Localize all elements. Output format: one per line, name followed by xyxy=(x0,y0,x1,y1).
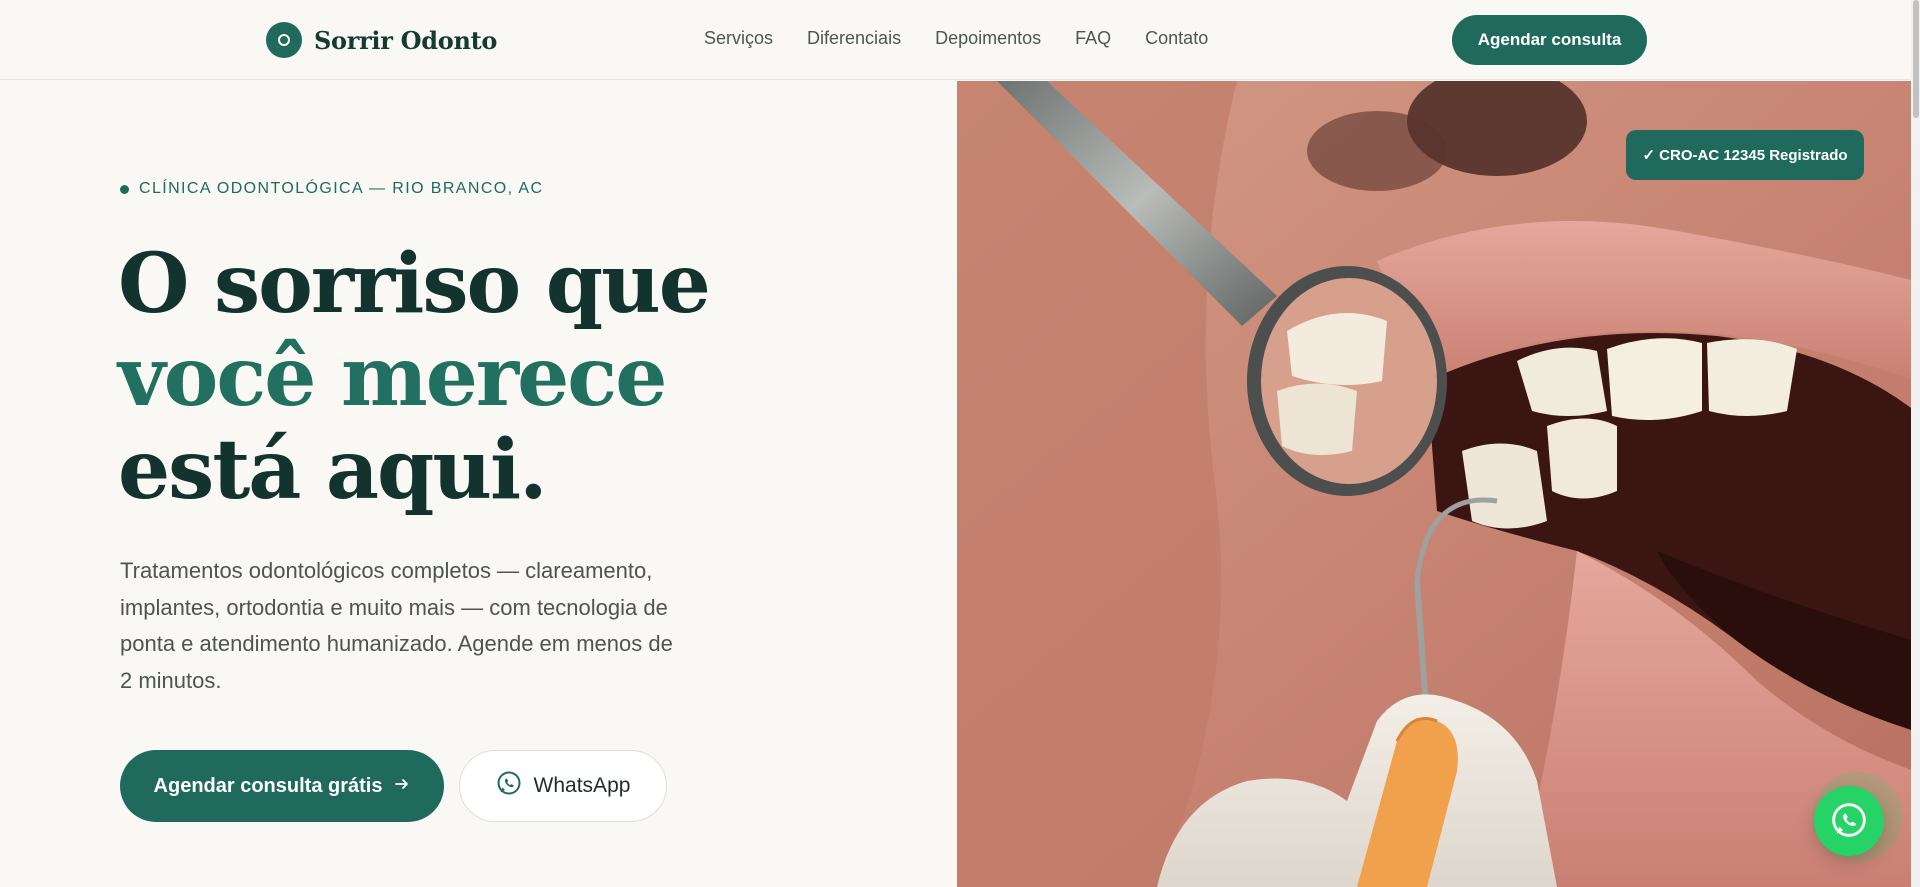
page-scrollbar[interactable] xyxy=(1911,0,1920,887)
cro-registration-badge: ✓ CRO-AC 12345 Registrado xyxy=(1626,130,1864,180)
nav-item-servicos[interactable]: Serviços xyxy=(704,28,773,49)
whatsapp-icon xyxy=(496,770,522,802)
nav-item-contato[interactable]: Contato xyxy=(1145,28,1208,49)
scrollbar-thumb[interactable] xyxy=(1913,0,1919,118)
site-header: Sorrir Odonto Serviços Diferenciais Depo… xyxy=(0,0,1920,80)
whatsapp-icon xyxy=(1830,801,1868,842)
book-free-label: Agendar consulta grátis xyxy=(153,774,383,797)
headline-line-1: O sorriso que xyxy=(118,236,711,332)
hero-eyebrow: CLÍNICA ODONTOLÓGICA — RIO BRANCO, AC xyxy=(120,180,543,198)
nav-item-depoimentos[interactable]: Depoimentos xyxy=(935,28,1041,49)
brand-name: Sorrir Odonto xyxy=(314,25,498,55)
main-nav: Serviços Diferenciais Depoimentos FAQ Co… xyxy=(704,28,1208,49)
hero-headline: O sorriso que você merece está aqui. xyxy=(118,236,711,518)
tooth-logo-icon xyxy=(266,22,302,58)
hero-dental-photo xyxy=(957,81,1915,887)
eyebrow-text: CLÍNICA ODONTOLÓGICA — RIO BRANCO, AC xyxy=(139,180,544,197)
hero-lead: Tratamentos odontológicos completos — cl… xyxy=(120,558,673,693)
arrow-right-icon xyxy=(394,775,410,798)
nav-item-faq[interactable]: FAQ xyxy=(1075,28,1111,49)
header-book-button[interactable]: Agendar consulta xyxy=(1452,15,1647,65)
headline-line-3: está aqui. xyxy=(118,422,548,518)
brand-logo[interactable]: Sorrir Odonto xyxy=(266,22,497,58)
whatsapp-label: WhatsApp xyxy=(533,774,631,797)
whatsapp-button[interactable]: WhatsApp xyxy=(459,750,667,822)
floating-whatsapp-button[interactable] xyxy=(1814,786,1884,856)
nav-item-diferenciais[interactable]: Diferenciais xyxy=(807,28,901,49)
eyebrow-dot xyxy=(120,184,129,194)
headline-line-2: você merece xyxy=(118,329,667,425)
book-free-consultation-button[interactable]: Agendar consulta grátis xyxy=(120,750,444,822)
